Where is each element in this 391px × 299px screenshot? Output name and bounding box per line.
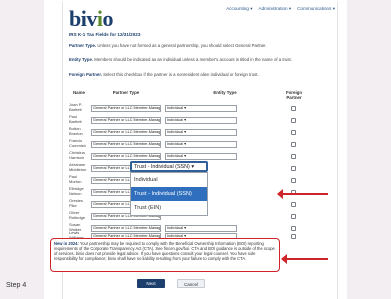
- entity-type-select-open[interactable]: Trust - Individual (SSN) ▾: [130, 161, 208, 172]
- help-text: Members should be indicated as an indivi…: [93, 57, 292, 62]
- slide-left-margin: [0, 0, 44, 299]
- partner-type-select[interactable]: General Partner or LLC Member-Manager ▾: [91, 117, 161, 124]
- foreign-partner-checkbox[interactable]: [291, 130, 296, 135]
- entity-type-select[interactable]: Individual ▾: [165, 129, 237, 136]
- annotation-arrow-dropdown: [277, 189, 328, 199]
- partner-type-select[interactable]: General Partner or LLC Member-Manager ▾: [91, 105, 161, 112]
- foreign-partner-checkbox[interactable]: [291, 166, 296, 171]
- page-title: IRS K-1 Tax Fields for 12/31/2023: [69, 32, 141, 37]
- entity-option-trust-individual-ssn[interactable]: Trust - Individual (SSN): [131, 187, 207, 201]
- cancel-button[interactable]: Cancel: [177, 279, 205, 288]
- slide-right-margin: [347, 0, 391, 299]
- col-header-partner-type: Partner Type: [112, 90, 140, 95]
- nav-accounting[interactable]: Accounting ▾: [226, 6, 252, 12]
- step-label: Step 4: [6, 282, 27, 289]
- entity-type-help: Entity Type. Members should be indicated…: [69, 57, 331, 62]
- partner-name: Paul Morton: [69, 174, 82, 184]
- foreign-partner-checkbox[interactable]: [291, 142, 296, 147]
- help-text: Select this checkbox if the partner is a…: [101, 72, 259, 77]
- table-row: Francis Cummish General Partner or LLC M…: [69, 138, 333, 151]
- entity-type-select[interactable]: Individual ▾: [165, 105, 237, 112]
- foreign-partner-help: Foreign Partner. Select this checkbox if…: [69, 72, 331, 77]
- partner-name: Elbridge Nelson: [69, 186, 84, 196]
- entity-option-trust-ein[interactable]: Trust (EIN): [131, 201, 207, 215]
- foreign-partner-checkbox[interactable]: [291, 234, 296, 239]
- table-row: Paul Bartlett General Partner or LLC Mem…: [69, 114, 333, 127]
- partner-type-select[interactable]: General Partner or LLC Member-Manager ▾: [91, 129, 161, 136]
- help-label: Partner Type.: [69, 43, 97, 48]
- slide-frame: bivio Accounting ▾ Administration ▾ Comm…: [0, 0, 391, 299]
- entity-option-individual[interactable]: Individual: [131, 173, 207, 187]
- logo-text: biv: [69, 6, 97, 31]
- foreign-partner-checkbox[interactable]: [291, 178, 296, 183]
- notice-text: Your partnership may be required to comp…: [54, 241, 275, 261]
- partner-name: Abraham Middleton: [69, 162, 87, 172]
- foreign-partner-checkbox[interactable]: [291, 106, 296, 111]
- partner-name: Paul Bartlett: [69, 114, 82, 124]
- partner-name: Button Braxton: [69, 126, 83, 136]
- nav-communications[interactable]: Communications ▾: [297, 6, 335, 12]
- logo-text-end: o: [102, 6, 113, 31]
- foreign-partner-checkbox[interactable]: [291, 202, 296, 207]
- next-button[interactable]: Next: [137, 279, 165, 288]
- annotation-arrow-notice: [281, 254, 328, 264]
- top-nav: Accounting ▾ Administration ▾ Communicat…: [226, 6, 335, 12]
- partner-type-help: Partner Type. Unless you have not formed…: [69, 43, 331, 48]
- table-header: Name Partner Type Entity Type Foreign Pa…: [69, 90, 333, 102]
- help-label: Entity Type.: [69, 57, 94, 62]
- foreign-partner-checkbox[interactable]: [291, 154, 296, 159]
- entity-type-select[interactable]: Individual ▾: [165, 141, 237, 148]
- partner-name: Christina Harrison: [69, 150, 85, 160]
- partner-name: Oliver Rutledge: [69, 210, 86, 220]
- table-row: Button Braxton General Partner or LLC Me…: [69, 126, 333, 139]
- col-header-entity-type: Entity Type: [213, 90, 237, 95]
- entity-type-select[interactable]: Individual ▾: [165, 153, 237, 160]
- nav-administration[interactable]: Administration ▾: [259, 6, 292, 12]
- cta-notice-box: New in 2024: Your partnership may be req…: [50, 238, 280, 272]
- help-text: Unless you have not formed as a general …: [96, 43, 267, 48]
- partner-type-select[interactable]: General Partner or LLC Member-Manager ▾: [91, 141, 161, 148]
- bivio-logo[interactable]: bivio: [69, 6, 113, 32]
- partner-name: Orestes Pike: [69, 198, 84, 208]
- table-row: Joan P. Bartlett General Partner or LLC …: [69, 102, 333, 115]
- partner-name: Joan P. Bartlett: [69, 102, 83, 112]
- entity-type-dropdown-list: Individual Trust - Individual (SSN) Trus…: [130, 172, 208, 216]
- foreign-partner-checkbox[interactable]: [291, 214, 296, 219]
- entity-type-select[interactable]: Individual ▾: [165, 117, 237, 124]
- help-label: Foreign Partner.: [69, 72, 102, 77]
- col-header-name: Name: [73, 90, 85, 95]
- col-header-foreign: Foreign Partner: [285, 90, 303, 100]
- partner-name: Francis Cummish: [69, 138, 86, 148]
- foreign-partner-checkbox[interactable]: [291, 118, 296, 123]
- partner-type-select[interactable]: General Partner or LLC Member-Manager ▾: [91, 153, 161, 160]
